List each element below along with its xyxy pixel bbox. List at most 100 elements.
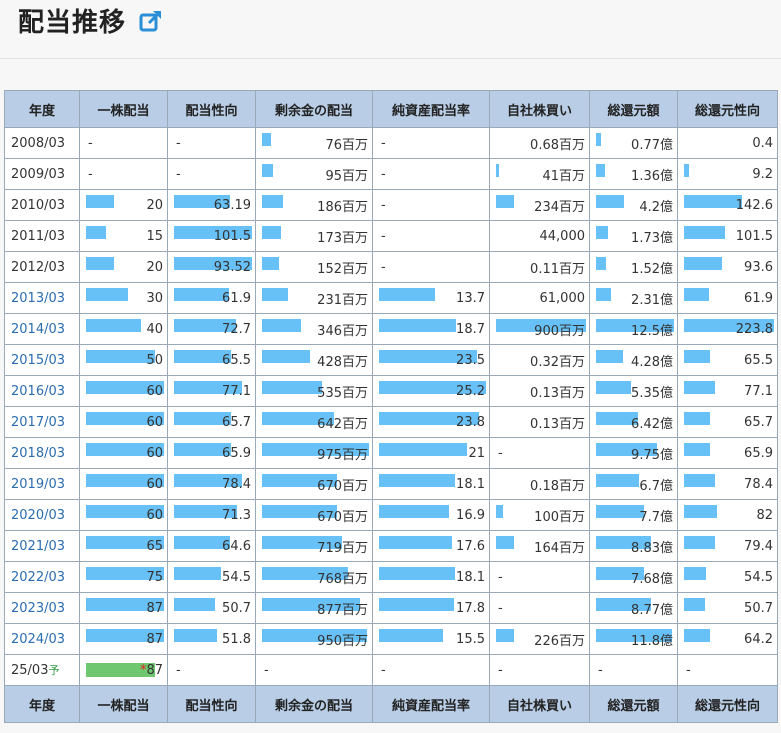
- cell-value: 60: [146, 476, 163, 492]
- cell-year[interactable]: 2018/03: [4, 437, 80, 469]
- cell-div: 535百万: [255, 375, 373, 407]
- cell-total: -: [589, 654, 678, 686]
- cell-total: 8.83億: [589, 530, 678, 562]
- year-label: 2010/03: [11, 197, 66, 213]
- cell-value: 0.68百万: [530, 137, 585, 153]
- table-row: 2022/03 75 54.5 768百万 18.1- 7.68億 54.5: [4, 561, 778, 593]
- year-link[interactable]: 2017/03: [11, 415, 65, 430]
- cell-buyback: 44,000: [489, 220, 590, 252]
- cell-value: -: [381, 228, 386, 244]
- cell-year[interactable]: 2023/03: [4, 592, 80, 624]
- value-bar: [596, 474, 639, 487]
- cell-year[interactable]: 2017/03: [4, 406, 80, 438]
- cell-buyback: 226百万: [489, 623, 590, 655]
- cell-value: 20: [146, 259, 163, 275]
- cell-year[interactable]: 2019/03: [4, 468, 80, 500]
- cell-payout: -: [167, 158, 256, 190]
- cell-tpr: 65.9: [677, 437, 778, 469]
- cell-dps: 60: [79, 437, 168, 469]
- cell-year[interactable]: 2020/03: [4, 499, 80, 531]
- cell-total: 2.31億: [589, 282, 678, 314]
- cell-value: 975百万: [317, 447, 368, 463]
- table-row: 2013/03 30 61.9 231百万 13.7 61,000 2.31億 61.9: [4, 282, 778, 314]
- cell-value: 23.8: [456, 414, 485, 430]
- cell-div: 950百万: [255, 623, 373, 655]
- cell-year[interactable]: 2021/03: [4, 530, 80, 562]
- cell-year: 2011/03: [4, 220, 80, 252]
- cell-dps: 30: [79, 282, 168, 314]
- cell-value: 60: [146, 383, 163, 399]
- cell-value: 186百万: [317, 199, 368, 215]
- cell-year[interactable]: 2022/03: [4, 561, 80, 593]
- cell-total: 0.77億: [589, 127, 678, 159]
- table-row: 2020/03 60 71.3 670百万 16.9 100百万 7.7億 82: [4, 499, 778, 531]
- cell-payout: 65.5: [167, 344, 256, 376]
- year-link[interactable]: 2013/03: [11, 291, 65, 306]
- cell-payout: 65.9: [167, 437, 256, 469]
- value-bar: [379, 505, 449, 518]
- cell-value: 231百万: [317, 292, 368, 308]
- cell-value: 65.5: [744, 352, 773, 368]
- cell-total: 11.8億: [589, 623, 678, 655]
- cell-value: 0.18百万: [530, 478, 585, 494]
- value-bar: [596, 133, 601, 146]
- cell-value: 2.31億: [631, 292, 673, 308]
- cell-value: 12.5億: [631, 323, 673, 339]
- cell-value: 41百万: [542, 168, 585, 184]
- cell-value: 768百万: [317, 571, 368, 587]
- value-bar: [86, 319, 141, 332]
- year-link[interactable]: 2024/03: [11, 632, 65, 647]
- cell-tpr: 82: [677, 499, 778, 531]
- year-link[interactable]: 2022/03: [11, 570, 65, 585]
- cell-dps: 50: [79, 344, 168, 376]
- cell-div: 719百万: [255, 530, 373, 562]
- cell-tpr: 79.4: [677, 530, 778, 562]
- cell-value: 0.4: [752, 135, 773, 151]
- cell-dps: 20: [79, 251, 168, 283]
- year-link[interactable]: 2014/03: [11, 322, 65, 337]
- cell-div: -: [255, 654, 373, 686]
- cell-nar: 17.6: [372, 530, 490, 562]
- value-bar: [379, 474, 455, 487]
- value-bar: [684, 381, 715, 394]
- cell-year[interactable]: 2016/03: [4, 375, 80, 407]
- cell-buyback: 234百万: [489, 189, 590, 221]
- cell-div: 877百万: [255, 592, 373, 624]
- cell-div: 346百万: [255, 313, 373, 345]
- value-bar: [684, 288, 709, 301]
- year-link[interactable]: 2015/03: [11, 353, 65, 368]
- table-row: 2015/03 50 65.5 428百万 23.5 0.32百万 4.28億 65.5: [4, 344, 778, 376]
- col-header-dps: 一株配当: [79, 90, 168, 128]
- cell-nar: -: [372, 158, 490, 190]
- cell-buyback: 0.13百万: [489, 375, 590, 407]
- year-link[interactable]: 2019/03: [11, 477, 65, 492]
- cell-payout: 101.5: [167, 220, 256, 252]
- cell-value: 79.4: [744, 538, 773, 554]
- cell-year[interactable]: 2013/03: [4, 282, 80, 314]
- value-bar: [684, 257, 722, 270]
- cell-value: 0.13百万: [530, 416, 585, 432]
- cell-value: 40: [146, 321, 163, 337]
- year-link[interactable]: 2021/03: [11, 539, 65, 554]
- table-row: 2018/03 60 65.9 975百万 21- 9.75億 65.9: [4, 437, 778, 469]
- value-bar: [684, 443, 710, 456]
- cell-total: 1.36億: [589, 158, 678, 190]
- external-link-icon[interactable]: [138, 8, 164, 34]
- cell-value: 4.2億: [639, 199, 673, 215]
- cell-payout: 71.3: [167, 499, 256, 531]
- cell-buyback: 0.32百万: [489, 344, 590, 376]
- cell-value: 16.9: [456, 507, 485, 523]
- cell-value: 78.4: [222, 476, 251, 492]
- cell-year[interactable]: 2024/03: [4, 623, 80, 655]
- cell-value: 60: [146, 414, 163, 430]
- cell-year[interactable]: 2015/03: [4, 344, 80, 376]
- year-link[interactable]: 2020/03: [11, 508, 65, 523]
- year-link[interactable]: 2018/03: [11, 446, 65, 461]
- cell-value: 18.1: [456, 569, 485, 585]
- table-row: 2012/03 20 93.52 152百万 - 0.11百万 1.52億 93.6: [4, 251, 778, 283]
- year-link[interactable]: 2023/03: [11, 601, 65, 616]
- cell-year[interactable]: 2014/03: [4, 313, 80, 345]
- cell-nar: 15.5: [372, 623, 490, 655]
- year-link[interactable]: 2016/03: [11, 384, 65, 399]
- cell-buyback: 41百万: [489, 158, 590, 190]
